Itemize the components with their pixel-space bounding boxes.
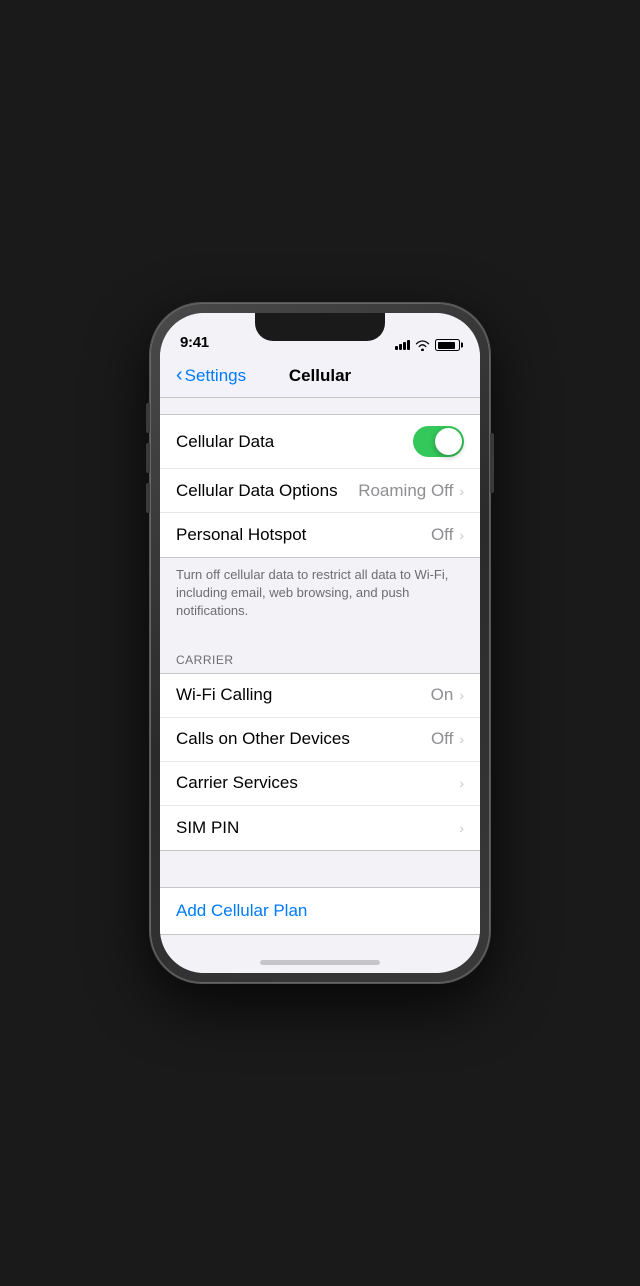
- wifi-icon: [415, 340, 430, 351]
- personal-hotspot-label: Personal Hotspot: [176, 525, 306, 545]
- add-cellular-plan-label[interactable]: Add Cellular Plan: [176, 901, 307, 920]
- cellular-data-label: Cellular Data: [176, 432, 274, 452]
- page-title: Cellular: [289, 366, 351, 386]
- chevron-icon: ›: [459, 483, 464, 499]
- spacer-1: [160, 851, 480, 887]
- chevron-icon: ›: [459, 527, 464, 543]
- wifi-calling-value: On ›: [431, 685, 464, 705]
- chevron-icon: ›: [459, 820, 464, 836]
- carrier-services-row[interactable]: Carrier Services ›: [160, 762, 480, 806]
- nav-bar: ‹ Settings Cellular: [160, 357, 480, 398]
- signal-icon: [395, 340, 410, 350]
- cellular-data-options-value: Roaming Off ›: [358, 481, 464, 501]
- cellular-data-options-row[interactable]: Cellular Data Options Roaming Off ›: [160, 469, 480, 513]
- back-label: Settings: [185, 366, 246, 386]
- carrier-services-chevron: ›: [457, 775, 464, 791]
- carrier-section-header: CARRIER: [160, 633, 480, 673]
- sim-pin-label: SIM PIN: [176, 818, 239, 838]
- screen-content[interactable]: ‹ Settings Cellular Cellular Data Ce: [160, 357, 480, 973]
- notch: [255, 313, 385, 341]
- phone-frame: 9:41: [150, 303, 490, 983]
- personal-hotspot-value: Off ›: [431, 525, 464, 545]
- phone-screen: 9:41: [160, 313, 480, 973]
- spacer-2: [160, 935, 480, 973]
- wifi-calling-label: Wi-Fi Calling: [176, 685, 272, 705]
- carrier-services-label: Carrier Services: [176, 773, 298, 793]
- chevron-icon: ›: [459, 687, 464, 703]
- chevron-icon: ›: [459, 731, 464, 747]
- cellular-info-text: Turn off cellular data to restrict all d…: [160, 558, 480, 633]
- back-chevron-icon: ‹: [176, 364, 183, 387]
- calls-other-devices-label: Calls on Other Devices: [176, 729, 350, 749]
- cellular-data-toggle[interactable]: [413, 426, 464, 457]
- personal-hotspot-row[interactable]: Personal Hotspot Off ›: [160, 513, 480, 557]
- add-cellular-plan-row[interactable]: Add Cellular Plan: [160, 887, 480, 935]
- sim-pin-row[interactable]: SIM PIN ›: [160, 806, 480, 850]
- status-time: 9:41: [180, 334, 209, 351]
- battery-icon: [435, 339, 460, 351]
- calls-other-devices-value: Off ›: [431, 729, 464, 749]
- chevron-icon: ›: [459, 775, 464, 791]
- carrier-group: Wi-Fi Calling On › Calls on Other Device…: [160, 673, 480, 851]
- cellular-data-options-label: Cellular Data Options: [176, 481, 338, 501]
- status-icons: [395, 339, 460, 351]
- calls-other-devices-row[interactable]: Calls on Other Devices Off ›: [160, 718, 480, 762]
- back-button[interactable]: ‹ Settings: [176, 365, 246, 387]
- sim-pin-chevron: ›: [457, 820, 464, 836]
- cellular-data-row[interactable]: Cellular Data: [160, 415, 480, 469]
- wifi-calling-row[interactable]: Wi-Fi Calling On ›: [160, 674, 480, 718]
- cellular-data-group: Cellular Data Cellular Data Options Roam…: [160, 414, 480, 558]
- home-indicator: [260, 960, 380, 965]
